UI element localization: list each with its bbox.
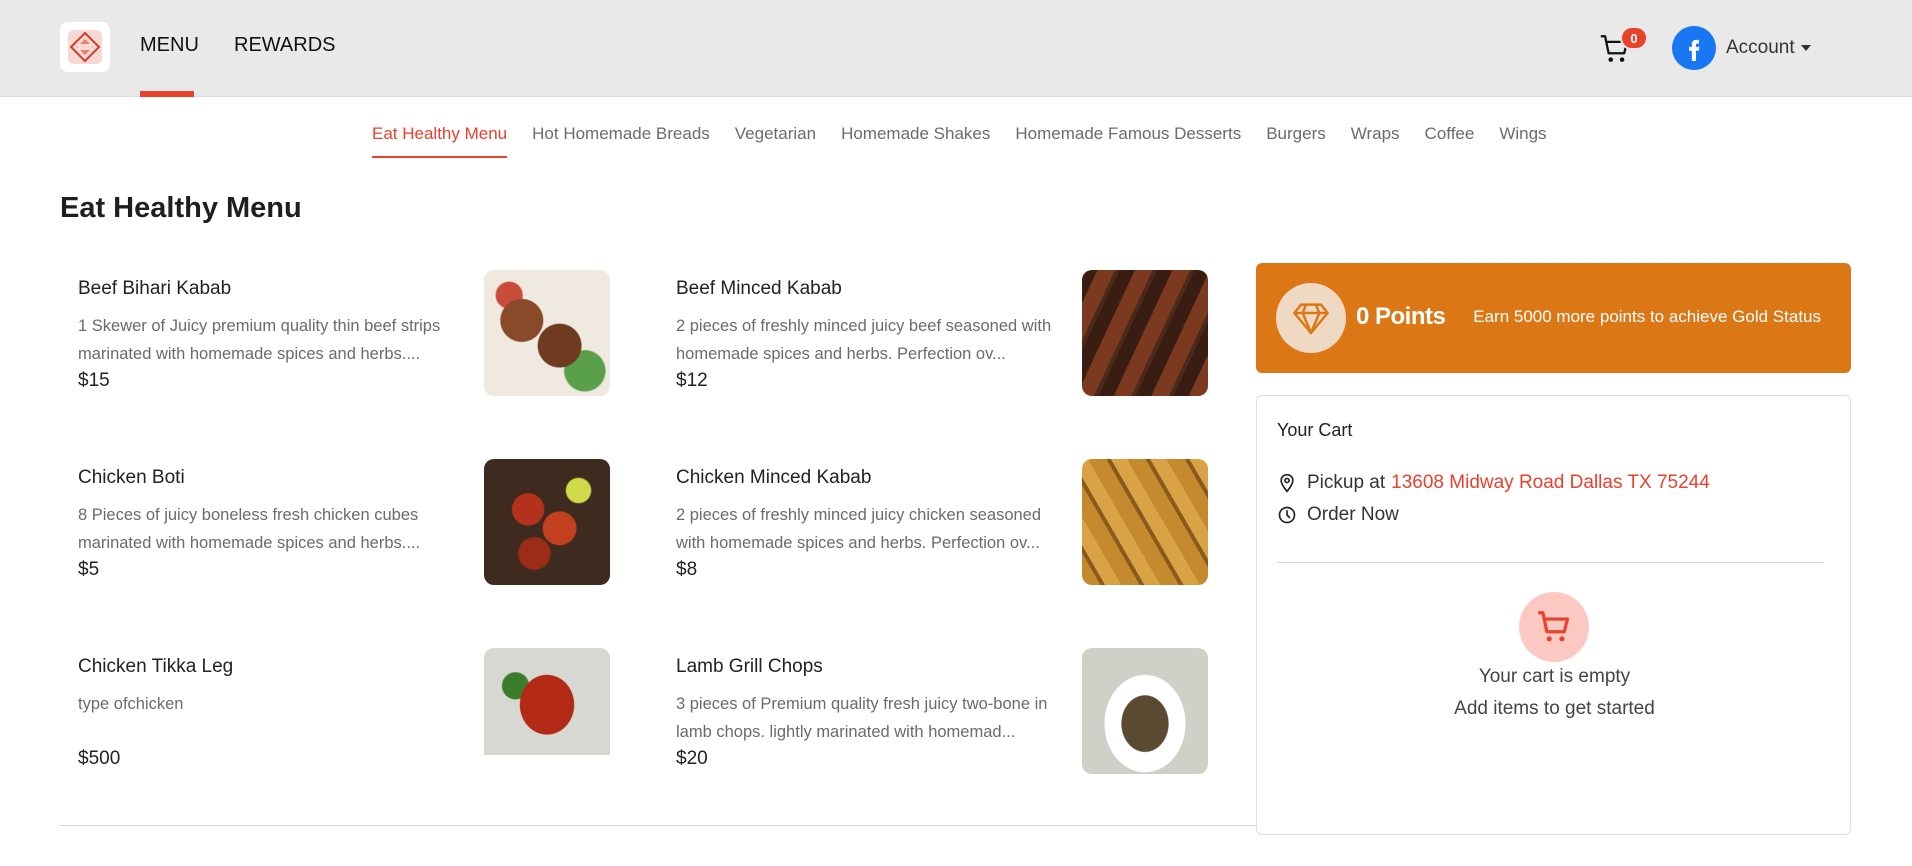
- content-divider: [60, 825, 1256, 826]
- section-title: Eat Healthy Menu: [60, 192, 302, 224]
- tab-vegetarian[interactable]: Vegetarian: [735, 124, 816, 158]
- tab-eat-healthy-menu[interactable]: Eat Healthy Menu: [372, 124, 508, 158]
- points-message: Earn 5000 more points to achieve Gold St…: [1473, 307, 1821, 326]
- diamond-icon: [1276, 283, 1346, 353]
- item-image[interactable]: [1082, 648, 1208, 774]
- rewards-points-card[interactable]: 0 Points Earn 5000 more points to achiev…: [1256, 263, 1851, 373]
- menu-item-lamb-grill-chops[interactable]: Lamb Grill Chops 3 pieces of Premium qua…: [658, 648, 1208, 776]
- cart-title: Your Cart: [1277, 420, 1353, 440]
- chevron-down-icon: [1800, 45, 1811, 51]
- item-image[interactable]: [484, 648, 610, 774]
- top-header: MENU REWARDS 0 Account: [0, 0, 1912, 97]
- item-name: Lamb Grill Chops: [676, 656, 823, 677]
- item-name: Chicken Boti: [78, 467, 185, 488]
- tab-homemade-shakes[interactable]: Homemade Shakes: [841, 124, 990, 158]
- item-description: type ofchicken: [78, 695, 184, 713]
- tab-homemade-famous-desserts[interactable]: Homemade Famous Desserts: [1015, 124, 1241, 158]
- item-price: $12: [676, 370, 708, 391]
- item-price: $8: [676, 559, 698, 580]
- category-tabs: Eat Healthy Menu Hot Homemade Breads Veg…: [372, 124, 1547, 158]
- order-time-row[interactable]: Order Now: [1277, 504, 1399, 526]
- empty-cart-subtitle: Add items to get started: [1454, 698, 1655, 719]
- item-image[interactable]: [484, 459, 610, 585]
- account-menu[interactable]: Account: [1672, 25, 1811, 71]
- item-description: 8 Pieces of juicy boneless fresh chicken…: [78, 506, 421, 552]
- points-value: 0 Points: [1356, 303, 1446, 330]
- item-image[interactable]: [1082, 459, 1208, 585]
- pickup-row: Pickup at 13608 Midway Road Dallas TX 75…: [1277, 472, 1710, 494]
- item-image[interactable]: [484, 270, 610, 396]
- clock-icon: [1278, 506, 1296, 524]
- item-price: $5: [78, 559, 100, 580]
- item-description: 1 Skewer of Juicy premium quality thin b…: [78, 317, 441, 363]
- cart-count-badge: 0: [1620, 26, 1648, 50]
- logo-icon: [68, 30, 102, 64]
- tab-coffee[interactable]: Coffee: [1425, 124, 1475, 158]
- empty-cart-icon: [1519, 592, 1589, 662]
- tab-wings[interactable]: Wings: [1499, 124, 1546, 158]
- item-description: 2 pieces of freshly minced juicy chicken…: [676, 506, 1042, 552]
- pickup-address-link[interactable]: 13608 Midway Road Dallas TX 75244: [1391, 472, 1710, 494]
- item-name: Chicken Minced Kabab: [676, 467, 872, 488]
- item-name: Chicken Tikka Leg: [78, 656, 234, 677]
- account-label: Account: [1726, 37, 1795, 58]
- nav-active-indicator: [140, 91, 194, 97]
- tab-wraps[interactable]: Wraps: [1351, 124, 1400, 158]
- cart-panel: Your Cart Pickup at 13608 Midway Road Da…: [1256, 395, 1851, 835]
- cart-divider: [1277, 562, 1823, 563]
- brand-logo[interactable]: [60, 22, 110, 72]
- order-now-label: Order Now: [1307, 504, 1399, 525]
- menu-item-beef-minced-kabab[interactable]: Beef Minced Kabab 2 pieces of freshly mi…: [658, 270, 1208, 398]
- nav-rewards[interactable]: REWARDS: [234, 34, 335, 57]
- item-price: $500: [78, 748, 121, 769]
- item-image[interactable]: [1082, 270, 1208, 396]
- item-description: 3 pieces of Premium quality fresh juicy …: [676, 695, 1048, 741]
- item-price: $15: [78, 370, 110, 391]
- empty-cart-title: Your cart is empty: [1478, 666, 1631, 687]
- nav-menu[interactable]: MENU: [140, 34, 199, 57]
- pickup-label: Pickup at: [1307, 472, 1386, 493]
- location-pin-icon: [1280, 473, 1294, 493]
- tab-burgers[interactable]: Burgers: [1266, 124, 1326, 158]
- menu-item-chicken-tikka-leg[interactable]: Chicken Tikka Leg type ofchicken $500: [60, 648, 610, 776]
- menu-item-chicken-minced-kabab[interactable]: Chicken Minced Kabab 2 pieces of freshly…: [658, 459, 1208, 587]
- item-name: Beef Minced Kabab: [676, 278, 842, 299]
- facebook-avatar-icon: [1672, 26, 1716, 70]
- item-price: $20: [676, 748, 708, 769]
- item-description: 2 pieces of freshly minced juicy beef se…: [676, 317, 1052, 363]
- menu-item-beef-bihari-kabab[interactable]: Beef Bihari Kabab 1 Skewer of Juicy prem…: [60, 270, 610, 398]
- tab-hot-homemade-breads[interactable]: Hot Homemade Breads: [532, 124, 710, 158]
- item-name: Beef Bihari Kabab: [78, 278, 232, 299]
- menu-item-chicken-boti[interactable]: Chicken Boti 8 Pieces of juicy boneless …: [60, 459, 610, 587]
